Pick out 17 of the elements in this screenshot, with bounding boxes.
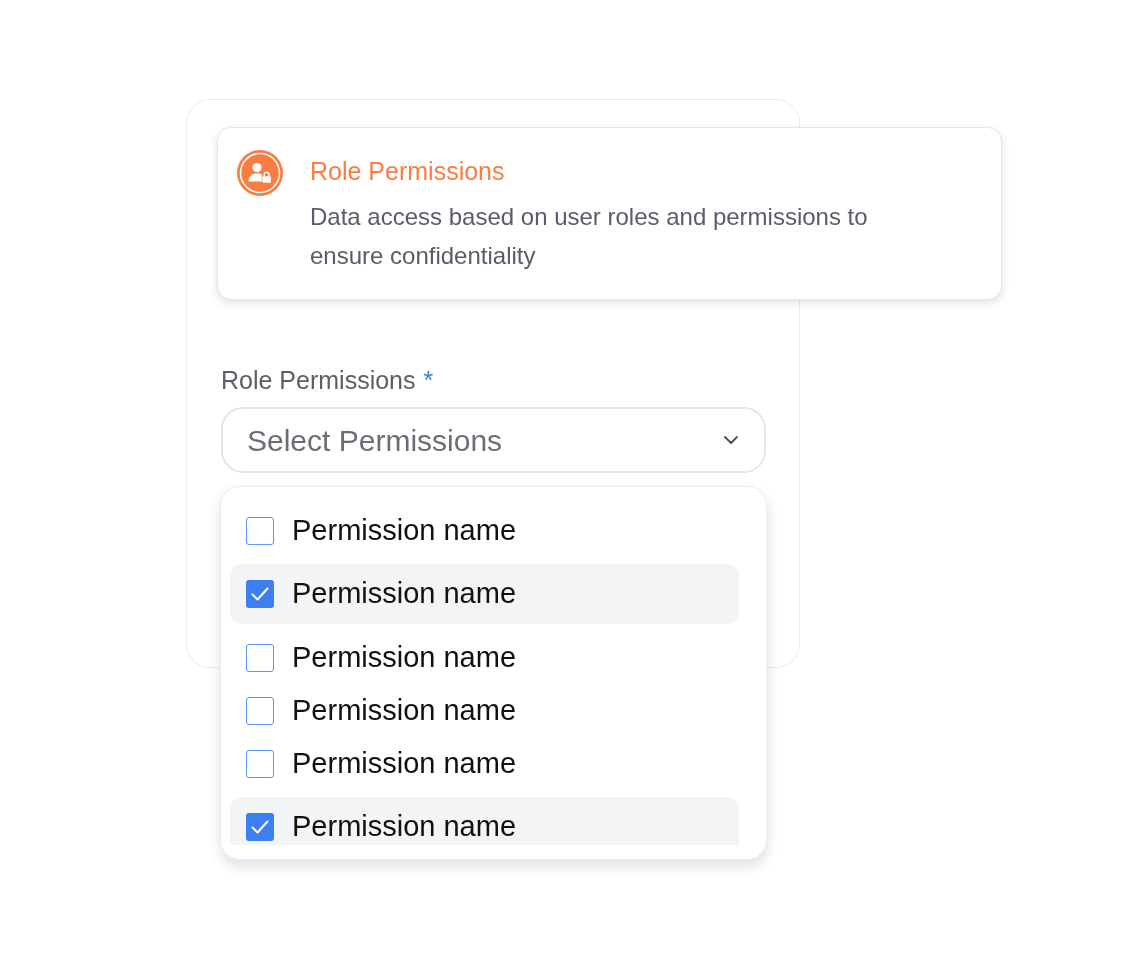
info-description: Data access based on user roles and permissions to ensure confidentiality (310, 202, 869, 271)
select-field[interactable]: Select Permissions (221, 407, 766, 473)
checkbox[interactable] (246, 516, 274, 545)
checkbox[interactable] (246, 696, 274, 725)
check-icon (251, 820, 269, 834)
field-label: Role Permissions (221, 366, 416, 394)
permission-option[interactable]: Permission name (230, 797, 739, 845)
checkbox[interactable] (246, 813, 274, 841)
required-mark: * (423, 366, 434, 394)
info-title: Role Permissions (310, 156, 505, 187)
permission-option[interactable]: Permission name (230, 564, 739, 624)
check-icon (251, 587, 269, 601)
checkbox[interactable] (246, 749, 274, 778)
chevron-down-icon (724, 436, 738, 444)
user-lock-icon (237, 150, 283, 196)
checkbox[interactable] (246, 643, 274, 672)
checkbox[interactable] (246, 580, 274, 608)
